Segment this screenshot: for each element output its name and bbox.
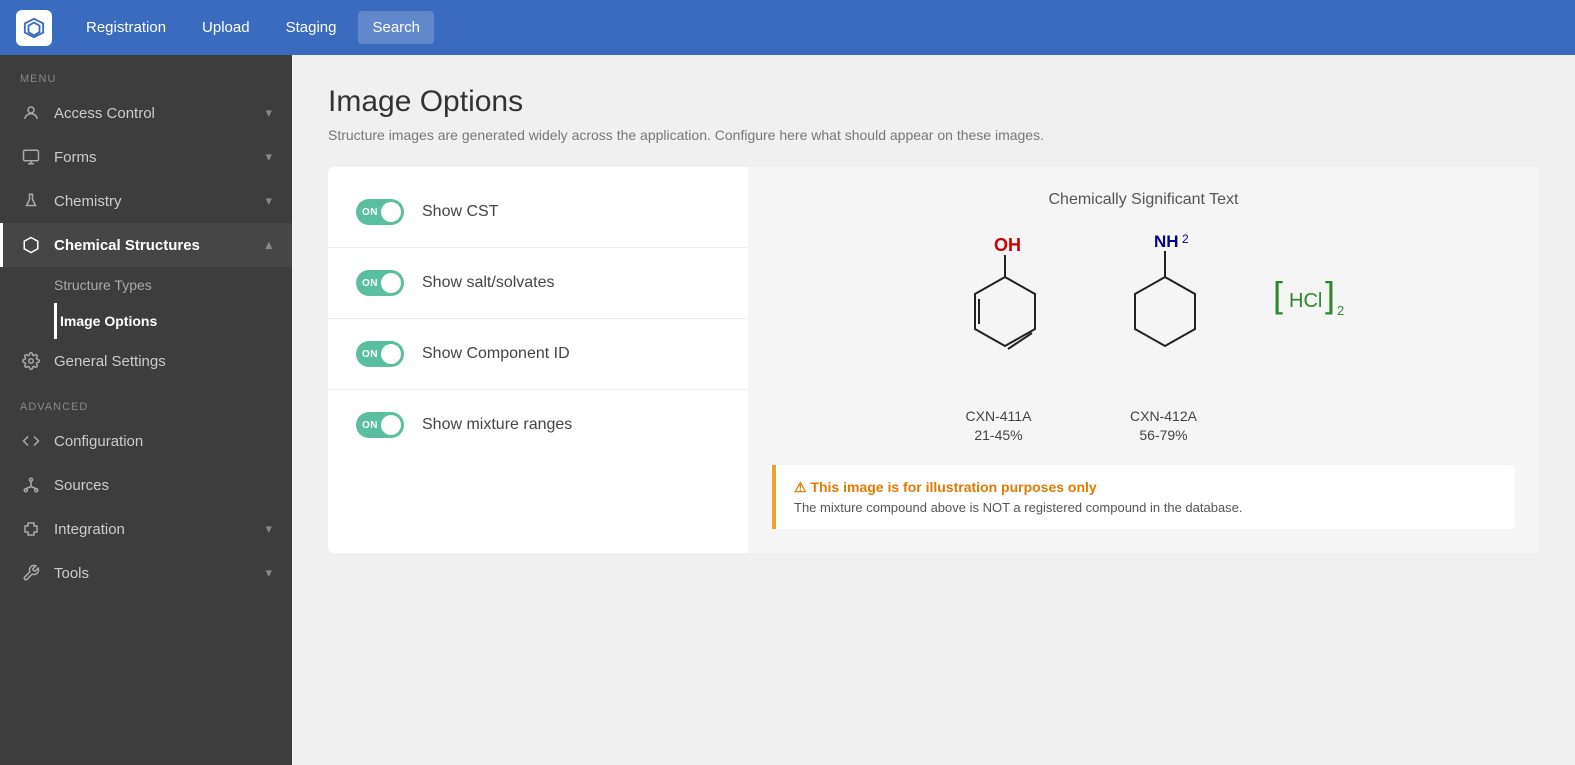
option-text-show-cst: Show CST	[422, 203, 498, 221]
option-text-show-mixture-ranges: Show mixture ranges	[422, 416, 572, 434]
svg-text:OH: OH	[994, 235, 1021, 255]
svg-text:[: [	[1273, 274, 1283, 315]
option-row-show-component-id: ON Show Component ID	[328, 319, 748, 390]
toggle-show-component-id[interactable]: ON	[356, 341, 404, 367]
cyclohexylamine-structure: NH 2	[1099, 229, 1229, 394]
nav-links: Registration Upload Staging Search	[72, 11, 434, 44]
toggle-show-mixture-ranges[interactable]: ON	[356, 412, 404, 438]
nav-search[interactable]: Search	[358, 11, 434, 44]
nav-registration[interactable]: Registration	[72, 11, 180, 44]
warning-box: ⚠ This image is for illustration purpose…	[772, 465, 1515, 529]
option-text-show-salt: Show salt/solvates	[422, 274, 555, 292]
svg-text:]: ]	[1325, 274, 1335, 315]
toggle-show-cst[interactable]: ON	[356, 199, 404, 225]
toggle-on-label: ON	[362, 349, 378, 360]
toggle-on-label: ON	[362, 207, 378, 218]
chevron-down-icon: ▾	[265, 565, 272, 581]
sidebar-item-access-control[interactable]: Access Control ▾	[0, 91, 292, 135]
preview-panel: Chemically Significant Text OH	[748, 167, 1539, 553]
nav-staging[interactable]: Staging	[272, 11, 351, 44]
warning-text: The mixture compound above is NOT a regi…	[794, 500, 1497, 515]
molecule-1-id: CXN-411A	[966, 406, 1032, 427]
sidebar-item-tools[interactable]: Tools ▾	[0, 551, 292, 595]
sidebar-item-integration[interactable]: Integration ▾	[0, 507, 292, 551]
advanced-section-label: ADVANCED	[0, 383, 292, 419]
warning-title: ⚠ This image is for illustration purpose…	[794, 479, 1497, 496]
flask-icon	[20, 192, 42, 210]
sidebar-item-configuration[interactable]: Configuration	[0, 419, 292, 463]
sidebar-sub-menu: Structure Types Image Options	[0, 267, 292, 339]
monitor-icon	[20, 148, 42, 166]
wrench-icon	[20, 564, 42, 582]
nav-upload[interactable]: Upload	[188, 11, 264, 44]
sidebar-item-label: Forms	[54, 149, 97, 166]
toggle-knob	[381, 273, 401, 293]
app-logo[interactable]	[16, 10, 52, 46]
chevron-down-icon: ▾	[265, 521, 272, 537]
molecule-2-id: CXN-412A	[1130, 406, 1197, 427]
option-row-show-mixture-ranges: ON Show mixture ranges	[328, 390, 748, 460]
menu-section-label: MENU	[0, 55, 292, 91]
svg-text:HCl: HCl	[1289, 290, 1322, 312]
chevron-down-icon: ▾	[265, 149, 272, 165]
preview-title: Chemically Significant Text	[1048, 191, 1238, 209]
toggle-on-label: ON	[362, 420, 378, 431]
svg-text:2: 2	[1182, 232, 1189, 246]
option-text-show-component-id: Show Component ID	[422, 345, 570, 363]
sidebar-item-label: General Settings	[54, 353, 166, 370]
sidebar-item-label: Chemical Structures	[54, 237, 200, 254]
molecule-2-range: 56-79%	[1139, 427, 1187, 443]
person-icon	[20, 104, 42, 122]
hexagon-icon	[20, 236, 42, 254]
sidebar-item-sources[interactable]: Sources	[0, 463, 292, 507]
page-subtitle: Structure images are generated widely ac…	[328, 127, 1539, 143]
sidebar-item-label: Configuration	[54, 433, 143, 450]
option-row-show-cst: ON Show CST	[328, 177, 748, 248]
sidebar-item-label: Integration	[54, 521, 125, 538]
code-icon	[20, 432, 42, 450]
sidebar-item-chemical-structures[interactable]: Chemical Structures ▴	[0, 223, 292, 267]
hcl-structure: [ HCl ] 2	[1269, 269, 1349, 334]
sidebar-sub-structure-types[interactable]: Structure Types	[54, 267, 292, 303]
sidebar: MENU Access Control ▾ Forms ▾ Chemistry …	[0, 55, 292, 765]
chevron-up-icon: ▴	[265, 237, 272, 253]
molecules-row: OH CXN-411A	[772, 229, 1515, 443]
phenol-structure: OH	[939, 229, 1059, 394]
gear-icon	[20, 352, 42, 370]
sidebar-item-forms[interactable]: Forms ▾	[0, 135, 292, 179]
molecule-1-range: 21-45%	[974, 427, 1022, 443]
toggle-on-label: ON	[362, 278, 378, 289]
svg-text:2: 2	[1337, 303, 1344, 318]
sidebar-item-label: Tools	[54, 565, 89, 582]
body-layout: MENU Access Control ▾ Forms ▾ Chemistry …	[0, 55, 1575, 765]
option-row-show-salt: ON Show salt/solvates	[328, 248, 748, 319]
top-navigation: Registration Upload Staging Search	[0, 0, 1575, 55]
svg-text:NH: NH	[1154, 232, 1179, 251]
options-panel: ON Show CST ON Show salt/solvates ON	[328, 167, 748, 553]
options-card: ON Show CST ON Show salt/solvates ON	[328, 167, 1539, 553]
toggle-knob	[381, 344, 401, 364]
molecule-3: [ HCl ] 2	[1269, 229, 1349, 346]
page-title: Image Options	[328, 85, 1539, 119]
toggle-knob	[381, 202, 401, 222]
toggle-show-salt[interactable]: ON	[356, 270, 404, 296]
sidebar-item-label: Access Control	[54, 105, 155, 122]
toggle-knob	[381, 415, 401, 435]
molecule-2: NH 2 CXN-412A 56-79%	[1099, 229, 1229, 443]
sidebar-item-chemistry[interactable]: Chemistry ▾	[0, 179, 292, 223]
puzzle-icon	[20, 520, 42, 538]
sidebar-item-general-settings[interactable]: General Settings	[0, 339, 292, 383]
sidebar-sub-image-options[interactable]: Image Options	[54, 303, 292, 339]
sidebar-item-label: Sources	[54, 477, 109, 494]
main-content: Image Options Structure images are gener…	[292, 55, 1575, 765]
chevron-down-icon: ▾	[265, 193, 272, 209]
molecule-1: OH CXN-411A	[939, 229, 1059, 443]
active-bar	[0, 223, 3, 267]
hub-icon	[20, 476, 42, 494]
sidebar-item-label: Chemistry	[54, 193, 122, 210]
chevron-down-icon: ▾	[265, 105, 272, 121]
